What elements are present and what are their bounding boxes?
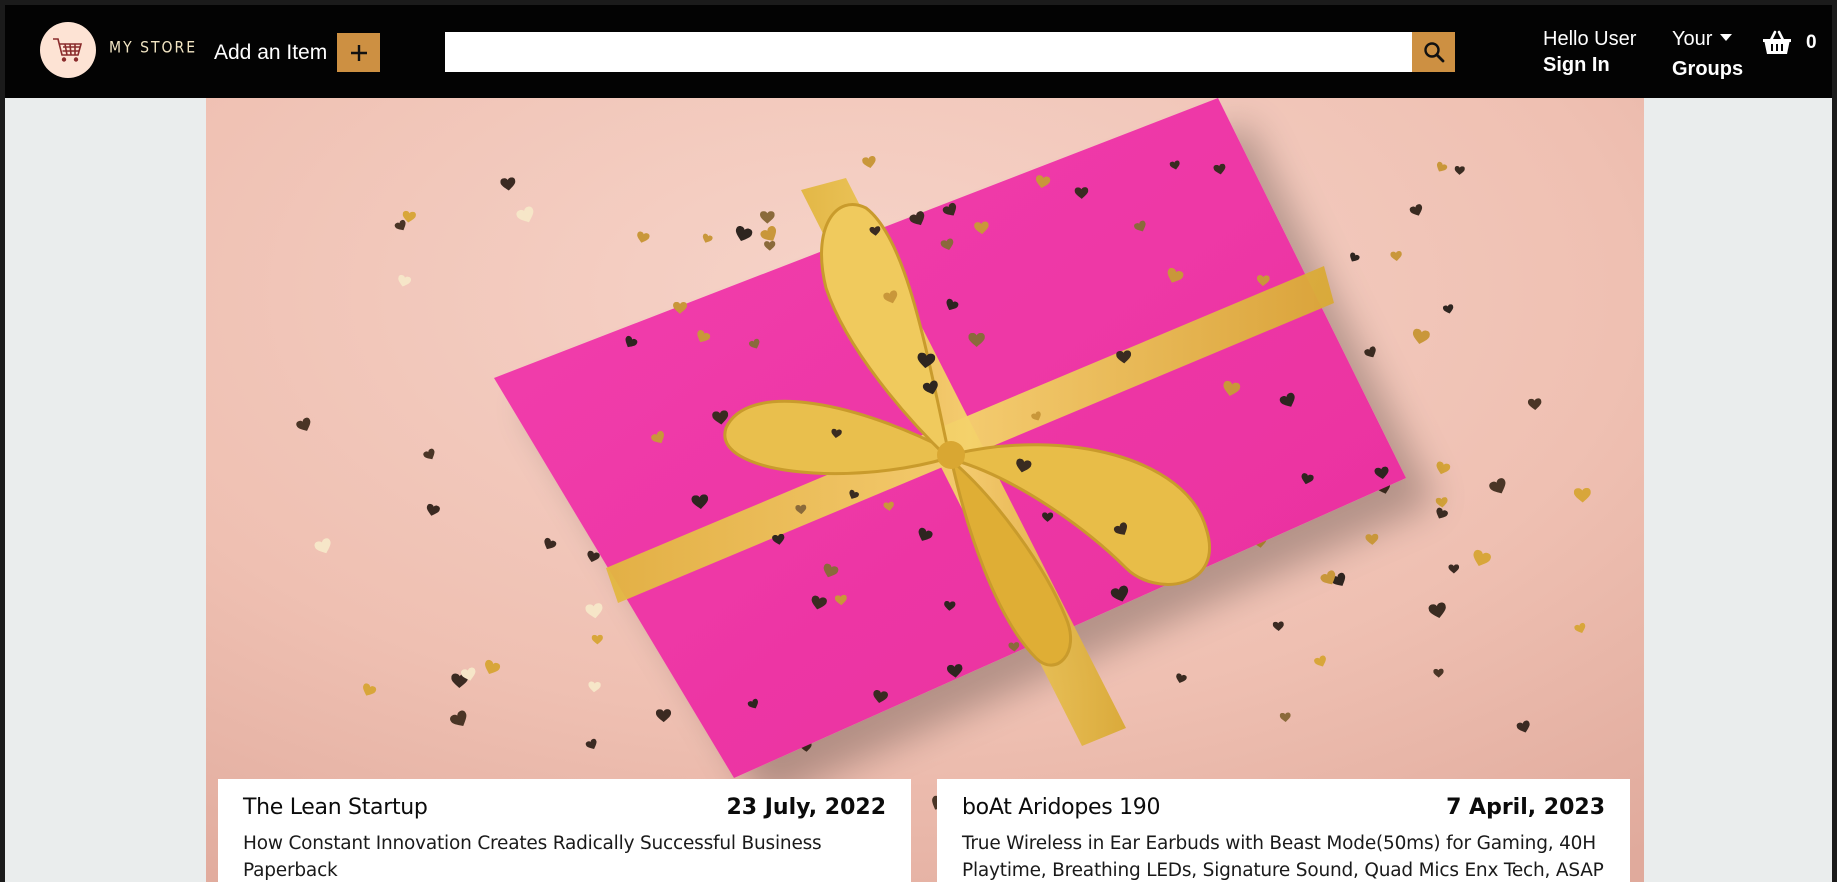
search-input[interactable]: [445, 32, 1412, 72]
brand-name[interactable]: MY STORE: [109, 39, 197, 57]
product-description: How Constant Innovation Creates Radicall…: [243, 833, 822, 881]
sign-in-link[interactable]: Sign In: [1543, 52, 1636, 78]
product-card-header: boAt Aridopes 190 7 April, 2023: [962, 795, 1605, 820]
search-icon: [1423, 42, 1444, 63]
search-button[interactable]: [1412, 32, 1455, 72]
shopping-cart-icon: [53, 38, 83, 62]
top-header: MY STORE Add an Item Hello User Sign In …: [0, 0, 1837, 98]
groups-dropdown[interactable]: Your Groups: [1672, 26, 1743, 82]
home-container: The Lean Startup 23 July, 2022 How Const…: [206, 98, 1644, 882]
product-date: 23 July, 2022: [726, 795, 886, 820]
product-description: True Wireless in Ear Earbuds with Beast …: [962, 833, 1604, 881]
product-title[interactable]: boAt Aridopes 190: [962, 795, 1160, 820]
account-sign-in[interactable]: Hello User Sign In: [1543, 26, 1636, 78]
groups-label: Groups: [1672, 58, 1744, 80]
groups-your-label: Your: [1672, 28, 1713, 50]
groups-line-one: Your: [1672, 26, 1743, 52]
basket-icon: [1763, 30, 1791, 54]
gift-banner-image: [206, 98, 1644, 882]
add-item-label[interactable]: Add an Item: [214, 41, 327, 65]
product-card[interactable]: boAt Aridopes 190 7 April, 2023 True Wir…: [937, 779, 1630, 882]
caret-down-icon: [1720, 34, 1733, 42]
hero-image: [206, 98, 1644, 882]
add-item[interactable]: Add an Item: [214, 33, 381, 72]
add-item-button[interactable]: [337, 33, 381, 72]
product-title[interactable]: The Lean Startup: [243, 795, 428, 820]
basket[interactable]: 0: [1762, 30, 1817, 56]
product-card[interactable]: The Lean Startup 23 July, 2022 How Const…: [218, 779, 911, 882]
account-greeting: Hello User: [1543, 28, 1637, 50]
product-date: 7 April, 2023: [1446, 795, 1605, 820]
store-logo[interactable]: [40, 22, 96, 78]
search-bar: [445, 32, 1455, 72]
product-card-header: The Lean Startup 23 July, 2022: [243, 795, 886, 820]
basket-count: 0: [1806, 32, 1817, 53]
plus-icon: [350, 44, 367, 61]
